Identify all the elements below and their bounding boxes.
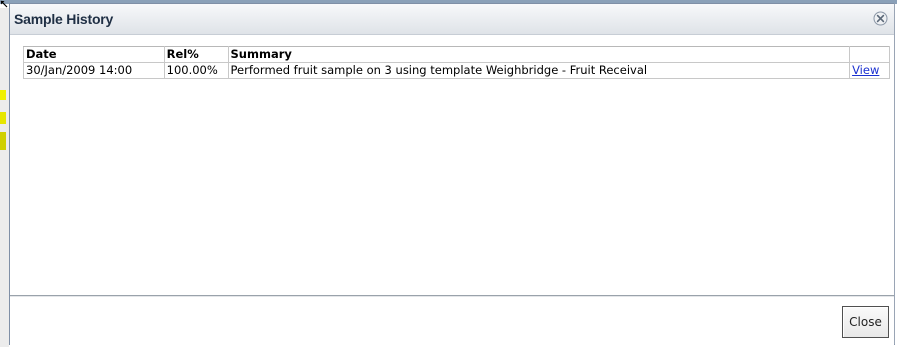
background-marker <box>0 132 6 150</box>
column-header-summary[interactable]: Summary <box>227 46 851 63</box>
cell-actions: View <box>849 62 890 79</box>
sample-history-dialog: Sample History Date Rel% Summary 30/Jan/… <box>9 3 895 346</box>
dialog-titlebar[interactable]: Sample History <box>10 4 894 35</box>
resize-arrow-icon[interactable] <box>0 0 8 8</box>
history-table: Date Rel% Summary 30/Jan/2009 14:00 100.… <box>23 46 890 79</box>
background-marker <box>0 90 6 100</box>
cell-summary: Performed fruit sample on 3 using templa… <box>227 62 851 79</box>
table-header-row: Date Rel% Summary <box>23 46 890 63</box>
view-link[interactable]: View <box>852 63 879 77</box>
background-strip <box>0 8 9 347</box>
column-header-date[interactable]: Date <box>23 46 165 63</box>
background-marker <box>0 112 6 124</box>
column-header-rel[interactable]: Rel% <box>163 46 229 63</box>
page: Sample History Date Rel% Summary 30/Jan/… <box>0 0 897 347</box>
dialog-title: Sample History <box>14 11 114 27</box>
column-header-actions <box>849 46 890 63</box>
cell-date: 30/Jan/2009 14:00 <box>23 62 165 79</box>
close-button[interactable]: Close <box>842 306 889 338</box>
cell-rel: 100.00% <box>163 62 229 79</box>
dialog-content: Date Rel% Summary 30/Jan/2009 14:00 100.… <box>10 35 894 294</box>
dialog-footer: Close <box>10 295 894 346</box>
close-circle-x-icon[interactable] <box>873 11 888 26</box>
table-row[interactable]: 30/Jan/2009 14:00 100.00% Performed frui… <box>23 62 890 79</box>
